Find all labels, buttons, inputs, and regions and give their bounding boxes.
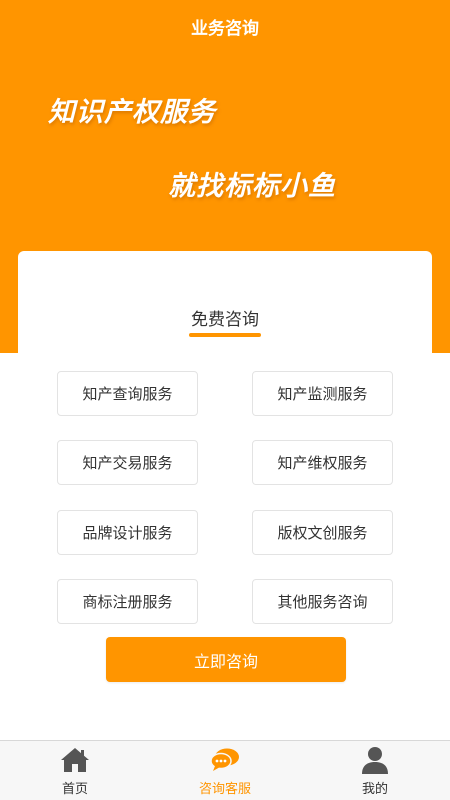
title-underline [189,333,261,337]
slogan-line-2: 就找标标小鱼 [168,171,336,202]
service-option-brand-design[interactable]: 品牌设计服务 [57,510,198,555]
card-title: 免费咨询 [189,305,261,337]
service-option-ip-monitor[interactable]: 知产监测服务 [252,371,393,416]
tab-consult[interactable]: 咨询客服 [150,741,300,800]
bottom-tabbar: 首页 咨询客服 我的 [0,740,450,800]
slogan-line-1: 知识产权服务 [48,97,216,128]
tab-home-label: 首页 [61,782,88,797]
service-option-trademark-reg[interactable]: 商标注册服务 [57,579,198,624]
tab-home[interactable]: 首页 [0,741,150,800]
chat-icon [209,744,241,776]
home-icon [59,744,91,776]
tab-consult-label: 咨询客服 [198,782,251,797]
tab-mine[interactable]: 我的 [300,741,450,800]
service-option-copyright[interactable]: 版权文创服务 [252,510,393,555]
consult-now-button[interactable]: 立即咨询 [106,637,346,682]
user-icon [359,744,391,776]
tab-mine-label: 我的 [361,782,388,797]
card-title-wrap: 免费咨询 [18,305,432,337]
service-option-ip-rights[interactable]: 知产维权服务 [252,440,393,485]
card-title-text: 免费咨询 [191,310,259,330]
service-option-ip-trade[interactable]: 知产交易服务 [57,440,198,485]
page-title: 业务咨询 [191,19,259,39]
service-option-other[interactable]: 其他服务咨询 [252,579,393,624]
service-option-ip-search[interactable]: 知产查询服务 [57,371,198,416]
